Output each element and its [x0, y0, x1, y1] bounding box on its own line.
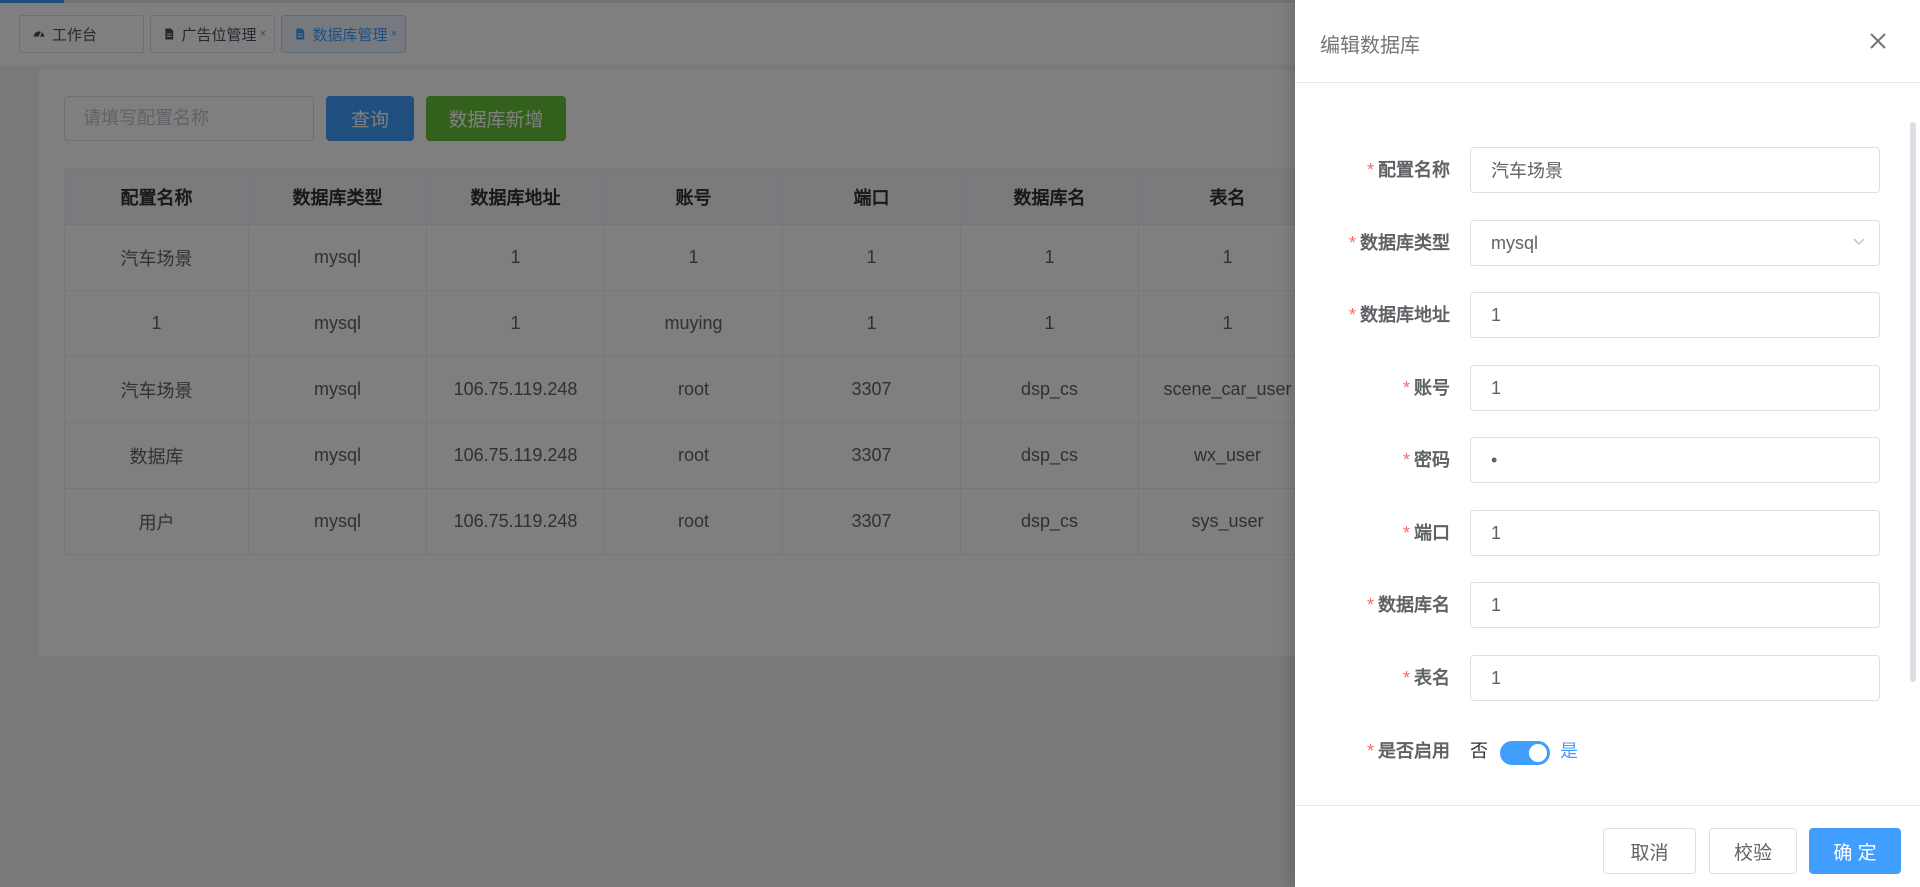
drawer-footer: 取消 校验 确 定 [1295, 805, 1920, 887]
close-icon[interactable] [1865, 28, 1891, 54]
required-mark: * [1402, 450, 1410, 470]
confirm-button[interactable]: 确 定 [1809, 828, 1901, 874]
form-item-password: * 密码 [1295, 437, 1920, 483]
field-label: * 密码 [1402, 450, 1450, 470]
field-label: * 数据库名 [1366, 595, 1450, 615]
field-label: * 账号 [1402, 378, 1450, 398]
required-mark: * [1402, 668, 1410, 688]
db-address-input[interactable] [1470, 292, 1880, 338]
chevron-down-icon [1853, 238, 1865, 246]
table-name-input[interactable] [1470, 655, 1880, 701]
switch-knob [1529, 744, 1547, 762]
form-item-account: * 账号 [1295, 365, 1920, 411]
form-item-db-name: * 数据库名 [1295, 582, 1920, 628]
cancel-button[interactable]: 取消 [1603, 828, 1696, 874]
enabled-switch[interactable] [1500, 741, 1550, 765]
password-input[interactable] [1470, 437, 1880, 483]
validate-button[interactable]: 校验 [1709, 828, 1797, 874]
port-input[interactable] [1470, 510, 1880, 556]
edit-database-drawer: 编辑数据库 *配置名称 *数据库类型 *数据库地址 *账号 *密码 *端口 *数… [1295, 0, 1920, 887]
form-item-port: * 端口 [1295, 510, 1920, 556]
field-label: * 表名 [1402, 668, 1450, 688]
db-type-select[interactable] [1470, 220, 1880, 266]
drawer-header: 编辑数据库 [1295, 0, 1920, 83]
required-mark: * [1366, 160, 1374, 180]
form-item-enabled: * 是否启用 否 是 [1295, 728, 1920, 774]
drawer-title: 编辑数据库 [1320, 35, 1420, 57]
required-mark: * [1348, 233, 1356, 253]
required-mark: * [1366, 595, 1374, 615]
field-label: * 数据库地址 [1348, 305, 1450, 325]
required-mark: * [1402, 378, 1410, 398]
field-label: * 数据库类型 [1348, 233, 1450, 253]
account-input[interactable] [1470, 365, 1880, 411]
form-item-table-name: * 表名 [1295, 655, 1920, 701]
form-item-db-type: * 数据库类型 [1295, 220, 1920, 266]
field-label: * 配置名称 [1366, 160, 1450, 180]
field-label: * 是否启用 [1366, 741, 1450, 761]
db-type-select-input[interactable] [1470, 220, 1880, 266]
switch-on-text[interactable]: 是 [1560, 728, 1578, 774]
field-label: * 端口 [1402, 523, 1450, 543]
required-mark: * [1366, 741, 1374, 761]
config-name-input[interactable] [1470, 147, 1880, 193]
required-mark: * [1402, 523, 1410, 543]
form-item-config-name: * 配置名称 [1295, 147, 1920, 193]
switch-off-text[interactable]: 否 [1470, 728, 1488, 774]
required-mark: * [1348, 305, 1356, 325]
form-item-db-address: * 数据库地址 [1295, 292, 1920, 338]
db-name-input[interactable] [1470, 582, 1880, 628]
